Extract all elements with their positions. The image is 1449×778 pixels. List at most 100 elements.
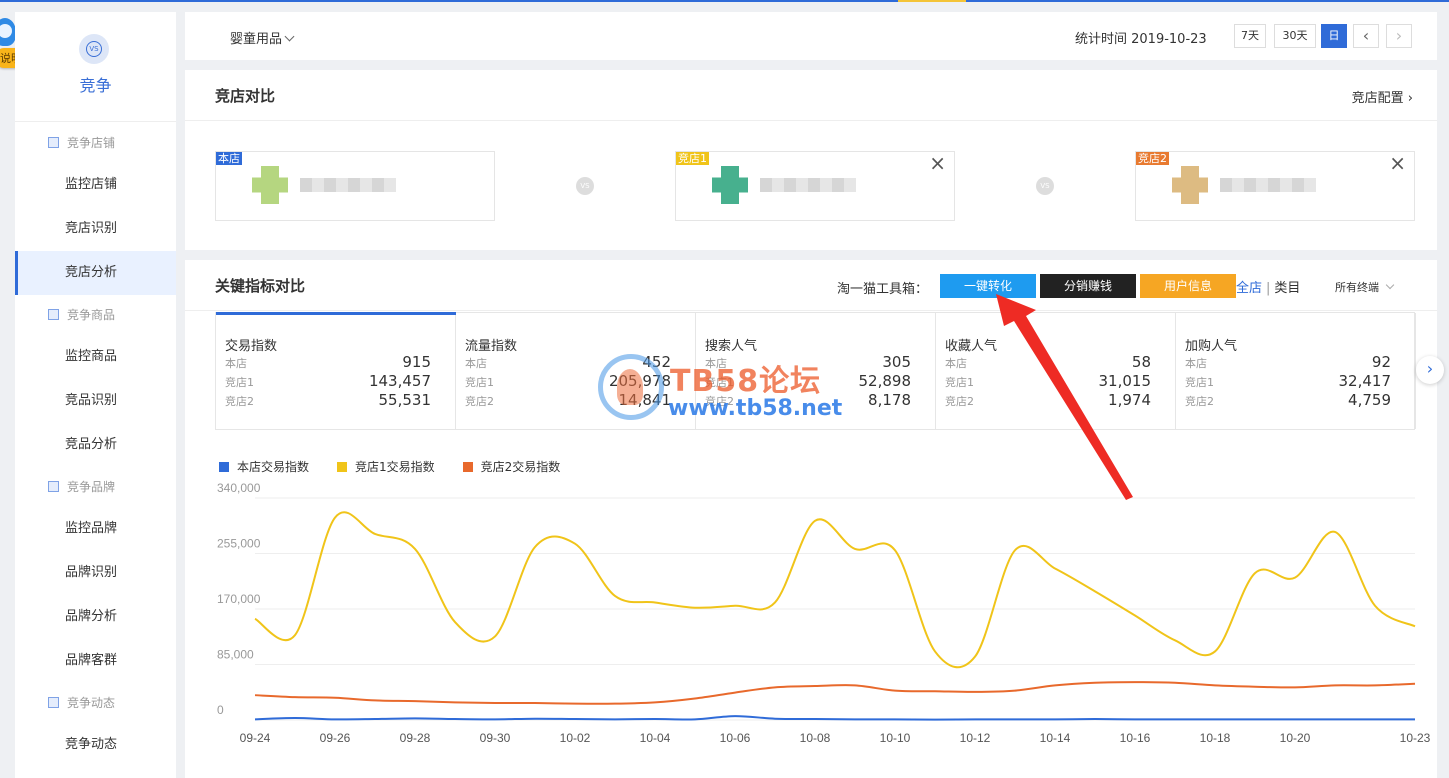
- x-tick-label: 09-28: [400, 731, 431, 745]
- kpi-row: 竞店1 205,978: [465, 372, 671, 391]
- kpi-card-item[interactable]: 收藏人气 本店 58 竞店1 31,015 竞店2 1,974: [936, 313, 1176, 429]
- x-tick-label: 10-04: [640, 731, 671, 745]
- kpi-title: 关键指标对比: [215, 277, 306, 295]
- x-tick-label: 09-30: [480, 731, 511, 745]
- sidebar-item[interactable]: 品牌识别: [15, 551, 176, 595]
- legend-item[interactable]: 本店交易指数: [219, 458, 309, 475]
- series-line-2: [254, 681, 1416, 705]
- range-30d-button[interactable]: 30天: [1274, 24, 1316, 48]
- scope-all[interactable]: 全店: [1236, 281, 1262, 296]
- legend-swatch: [337, 462, 348, 472]
- range-day-button[interactable]: 日: [1321, 24, 1347, 48]
- kpi-row-value: 14,841: [618, 391, 672, 409]
- sidebar-item[interactable]: 竞争动态: [15, 723, 176, 767]
- scope-category[interactable]: 类目: [1274, 281, 1300, 296]
- date-next-button[interactable]: ›: [1386, 24, 1412, 48]
- sidebar-item[interactable]: 竞品识别: [15, 379, 176, 423]
- config-link[interactable]: 竞店配置 ›: [1352, 87, 1413, 106]
- series-line-1: [254, 511, 1416, 669]
- sidebar-item[interactable]: 品牌分析: [15, 595, 176, 639]
- building-icon: [48, 481, 59, 492]
- kpi-row-value: 305: [882, 353, 911, 371]
- kpi-cards: 交易指数 本店 915 竞店1 143,457 竞店2 55,531 流量指数 本店 452 竞店1…: [215, 312, 1416, 430]
- sidebar-item[interactable]: 品牌客群: [15, 639, 176, 683]
- kpi-row-label: 竞店2: [225, 395, 254, 408]
- y-tick-label: 0: [217, 703, 224, 717]
- divider: [185, 120, 1437, 121]
- shop-avatar: [712, 166, 748, 204]
- shop-tag: 竞店1: [676, 152, 709, 165]
- shop-card-competitor-2[interactable]: 竞店2 ×: [1135, 151, 1415, 221]
- kpi-card-item[interactable]: 搜索人气 本店 305 竞店1 52,898 竞店2 8,178: [696, 313, 936, 429]
- vs-logo-icon: VS: [79, 34, 109, 64]
- kpi-card-title: 交易指数: [225, 339, 278, 354]
- date-prev-button[interactable]: ‹: [1353, 24, 1379, 48]
- category-select[interactable]: 婴童用品: [230, 28, 295, 47]
- chevron-right-icon[interactable]: ›: [1416, 356, 1444, 384]
- top-tab-indicator: [898, 0, 966, 2]
- kpi-row-label: 本店: [705, 357, 727, 370]
- vs-icon: VS: [1036, 177, 1054, 195]
- sidebar-section: 竞争动态: [15, 683, 176, 723]
- x-tick-label: 09-24: [240, 731, 271, 745]
- stat-time: 统计时间 2019-10-23: [1075, 32, 1207, 47]
- kpi-row: 本店 452: [465, 353, 671, 372]
- kpi-row: 竞店2 55,531: [225, 391, 431, 410]
- shop-name-blurred: [760, 178, 856, 192]
- close-icon[interactable]: ×: [929, 152, 946, 174]
- kpi-row: 本店 305: [705, 353, 911, 372]
- close-icon[interactable]: ×: [1389, 152, 1406, 174]
- kpi-row-label: 竞店2: [1185, 395, 1214, 408]
- x-tick-label: 10-14: [1040, 731, 1071, 745]
- chevron-down-icon: [1385, 280, 1395, 290]
- user-info-button[interactable]: 用户信息: [1140, 274, 1236, 298]
- sidebar-item[interactable]: 监控商品: [15, 335, 176, 379]
- sidebar-item[interactable]: 监控品牌: [15, 507, 176, 551]
- legend-label: 本店交易指数: [237, 460, 310, 474]
- distribution-earn-button[interactable]: 分销赚钱: [1040, 274, 1136, 298]
- kpi-row: 竞店1 31,015: [945, 372, 1151, 391]
- one-click-convert-button[interactable]: 一键转化: [940, 274, 1036, 298]
- kpi-card-item[interactable]: 流量指数 本店 452 竞店1 205,978 竞店2 14,841: [456, 313, 696, 429]
- shop-name-blurred: [300, 178, 396, 192]
- shop-card-own[interactable]: 本店: [215, 151, 495, 221]
- sidebar-menu: 竞争店铺 监控店铺 竞店识别 竞店分析 竞争商品 监控商品 竞品识别 竞品分析 竞争品牌 监控品牌…: [15, 123, 176, 767]
- building-icon: [48, 137, 59, 148]
- sidebar-section: 竞争品牌: [15, 467, 176, 507]
- sidebar-item[interactable]: 竞品分析: [15, 423, 176, 467]
- kpi-row-value: 4,759: [1348, 391, 1391, 409]
- chevron-down-icon: [284, 31, 295, 42]
- trade-index-chart: 340,000 255,000 170,000 85,000 0 09-24 09-26 09…: [217, 481, 1431, 745]
- compare-card: 竞店对比 竞店配置 › 本店 VS 竞店1 × VS 竞店2 ×: [185, 70, 1437, 250]
- kpi-card-title: 流量指数: [465, 339, 518, 354]
- sidebar-item[interactable]: 监控店铺: [15, 163, 176, 207]
- kpi-row: 本店 58: [945, 353, 1151, 372]
- vs-logo-text: VS: [86, 41, 102, 57]
- sidebar-title: 竞争: [79, 76, 112, 95]
- kpi-card-item[interactable]: 交易指数 本店 915 竞店1 143,457 竞店2 55,531: [216, 312, 456, 429]
- kpi-row: 本店 915: [225, 353, 431, 372]
- kpi-row-value: 143,457: [368, 372, 431, 390]
- filter-bar: 婴童用品 统计时间 2019-10-23 7天 30天 日 ‹ ›: [185, 12, 1437, 60]
- compare-title: 竞店对比: [215, 87, 276, 105]
- legend-swatch: [462, 462, 473, 472]
- kpi-row: 竞店1 143,457: [225, 372, 431, 391]
- shop-name-blurred: [1220, 178, 1316, 192]
- shop-card-competitor-1[interactable]: 竞店1 ×: [675, 151, 955, 221]
- y-tick-label: 340,000: [217, 481, 261, 495]
- sidebar-item[interactable]: 竞店分析: [15, 251, 176, 295]
- legend-label: 竞店1交易指数: [355, 460, 435, 474]
- terminal-select[interactable]: 所有终端: [1335, 279, 1395, 295]
- range-7d-button[interactable]: 7天: [1234, 24, 1266, 48]
- sidebar: VS 竞争 竞争店铺 监控店铺 竞店识别 竞店分析 竞争商品 监控商品 竞品识别 竞品分析 竞争…: [15, 12, 176, 778]
- top-accent-line: [0, 0, 1449, 2]
- kpi-card-item[interactable]: 加购人气 本店 92 竞店1 32,417 竞店2 4,759: [1176, 313, 1416, 429]
- x-tick-label: 10-23: [1400, 731, 1431, 745]
- kpi-row-label: 本店: [1185, 357, 1207, 370]
- building-icon: [48, 309, 59, 320]
- shop-tag: 本店: [216, 152, 242, 165]
- kpi-card-title: 搜索人气: [705, 339, 758, 354]
- legend-item[interactable]: 竞店2交易指数: [462, 458, 560, 475]
- sidebar-item[interactable]: 竞店识别: [15, 207, 176, 251]
- legend-item[interactable]: 竞店1交易指数: [337, 458, 435, 475]
